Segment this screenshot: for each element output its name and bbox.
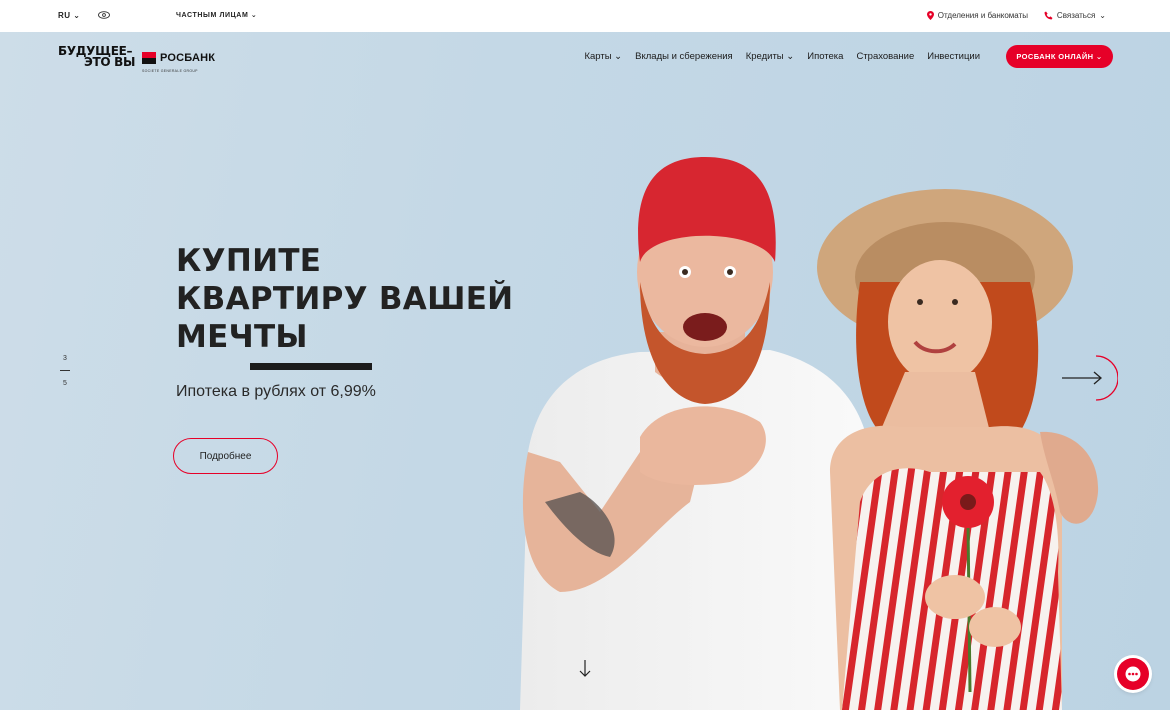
brand-name: РОСБАНК [160, 52, 216, 64]
language-selector[interactable]: RU ⌄ [58, 11, 81, 20]
branches-link[interactable]: Отделения и банкоматы [926, 11, 1028, 20]
arrow-right-icon[interactable] [1062, 354, 1118, 402]
slide-pager: 3 5 [58, 355, 72, 387]
contact-label: Связаться [1056, 11, 1096, 20]
chat-icon[interactable] [1117, 658, 1149, 690]
online-banking-button[interactable]: РОСБАНК ОНЛАЙН ⌄ [1006, 45, 1113, 68]
branches-label: Отделения и банкоматы [937, 11, 1028, 20]
hero-photo [520, 157, 1099, 710]
nav-item-cards[interactable]: Карты ⌄ [584, 51, 622, 62]
nav-item-deposits[interactable]: Вклады и сбережения [635, 51, 733, 62]
map-pin-icon [926, 11, 934, 20]
slogan: БУДУЩЕЕ– ЭТО ВЫ [58, 44, 136, 69]
hero-title: КУПИТЕ КВАРТИРУ ВАШЕЙ МЕЧТЫ [176, 243, 514, 355]
bank-logo[interactable]: БУДУЩЕЕ– ЭТО ВЫ РОСБАНК SOCIETE GENERALE… [58, 44, 215, 73]
nav-item-mortgage[interactable]: Ипотека [807, 51, 843, 62]
pager-divider [60, 370, 70, 371]
more-button[interactable]: Подробнее [173, 438, 278, 474]
nav-item-insurance[interactable]: Страхование [856, 51, 914, 62]
contact-menu[interactable]: Связаться ⌄ [1044, 11, 1106, 20]
hero-banner: БУДУЩЕЕ– ЭТО ВЫ РОСБАНК SOCIETE GENERALE… [0, 32, 1170, 710]
nav-item-credits[interactable]: Кредиты ⌄ [746, 51, 795, 62]
slide-current: 3 [63, 355, 67, 362]
segment-selector[interactable]: ЧАСТНЫМ ЛИЦАМ ⌄ [176, 11, 257, 19]
arrow-down-icon[interactable] [578, 660, 592, 678]
brand-flag-icon [142, 52, 156, 64]
top-bar: RU ⌄ ЧАСТНЫМ ЛИЦАМ ⌄ Отделения и банкома… [0, 0, 1170, 32]
eye-icon[interactable] [98, 11, 110, 19]
nav-item-investments[interactable]: Инвестиции [927, 51, 980, 62]
group-label: SOCIETE GENERALE GROUP [142, 69, 198, 73]
title-underline [250, 363, 372, 370]
main-nav: Карты ⌄ Вклады и сбережения Кредиты ⌄ Ип… [584, 51, 980, 62]
slide-total: 5 [63, 380, 67, 387]
phone-icon [1044, 11, 1053, 20]
hero-subtitle: Ипотека в рублях от 6,99% [176, 383, 376, 400]
chat-bubble-icon [1125, 666, 1141, 682]
